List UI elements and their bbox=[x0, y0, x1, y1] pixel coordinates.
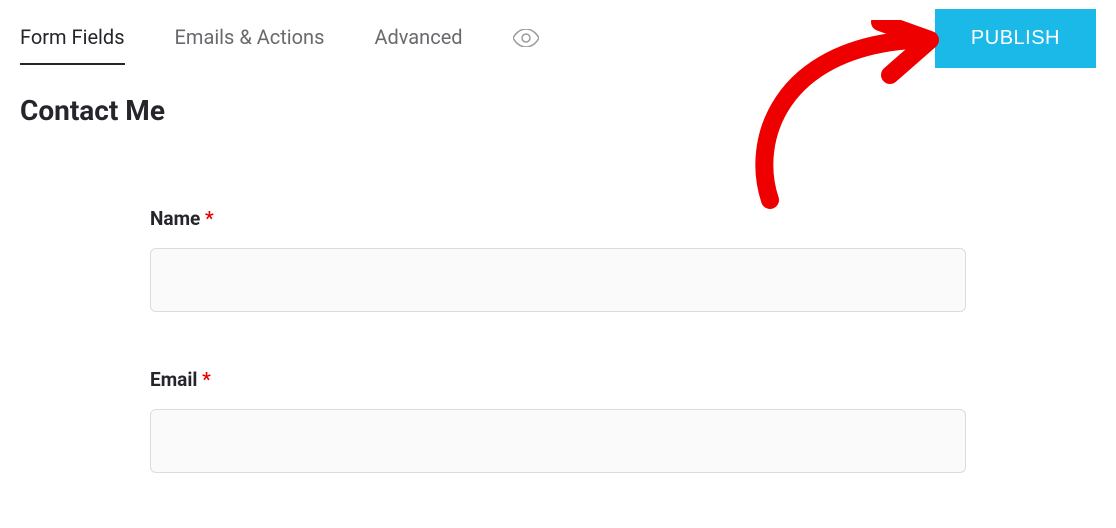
tab-emails-actions[interactable]: Emails & Actions bbox=[175, 25, 325, 65]
header-right-cluster: PUBLISH bbox=[887, 9, 1096, 68]
email-label-text: Email bbox=[150, 368, 197, 391]
link-icon[interactable] bbox=[887, 26, 911, 50]
name-input[interactable] bbox=[150, 248, 966, 312]
tab-form-fields[interactable]: Form Fields bbox=[20, 25, 125, 65]
field-group-name: Name * bbox=[150, 207, 966, 312]
publish-button[interactable]: PUBLISH bbox=[935, 9, 1096, 68]
email-input[interactable] bbox=[150, 409, 966, 473]
field-group-email: Email * bbox=[150, 368, 966, 473]
form-body: Name * Email * bbox=[0, 127, 1116, 473]
form-title: Contact Me bbox=[0, 70, 1116, 127]
tabs-bar: Form Fields Emails & Actions Advanced PU… bbox=[0, 0, 1116, 70]
email-label: Email * bbox=[150, 368, 966, 391]
name-label: Name * bbox=[150, 207, 966, 230]
required-asterisk: * bbox=[205, 207, 214, 230]
tab-advanced[interactable]: Advanced bbox=[374, 25, 462, 65]
preview-eye-icon[interactable] bbox=[513, 29, 539, 61]
name-label-text: Name bbox=[150, 207, 200, 230]
required-asterisk: * bbox=[202, 368, 211, 391]
